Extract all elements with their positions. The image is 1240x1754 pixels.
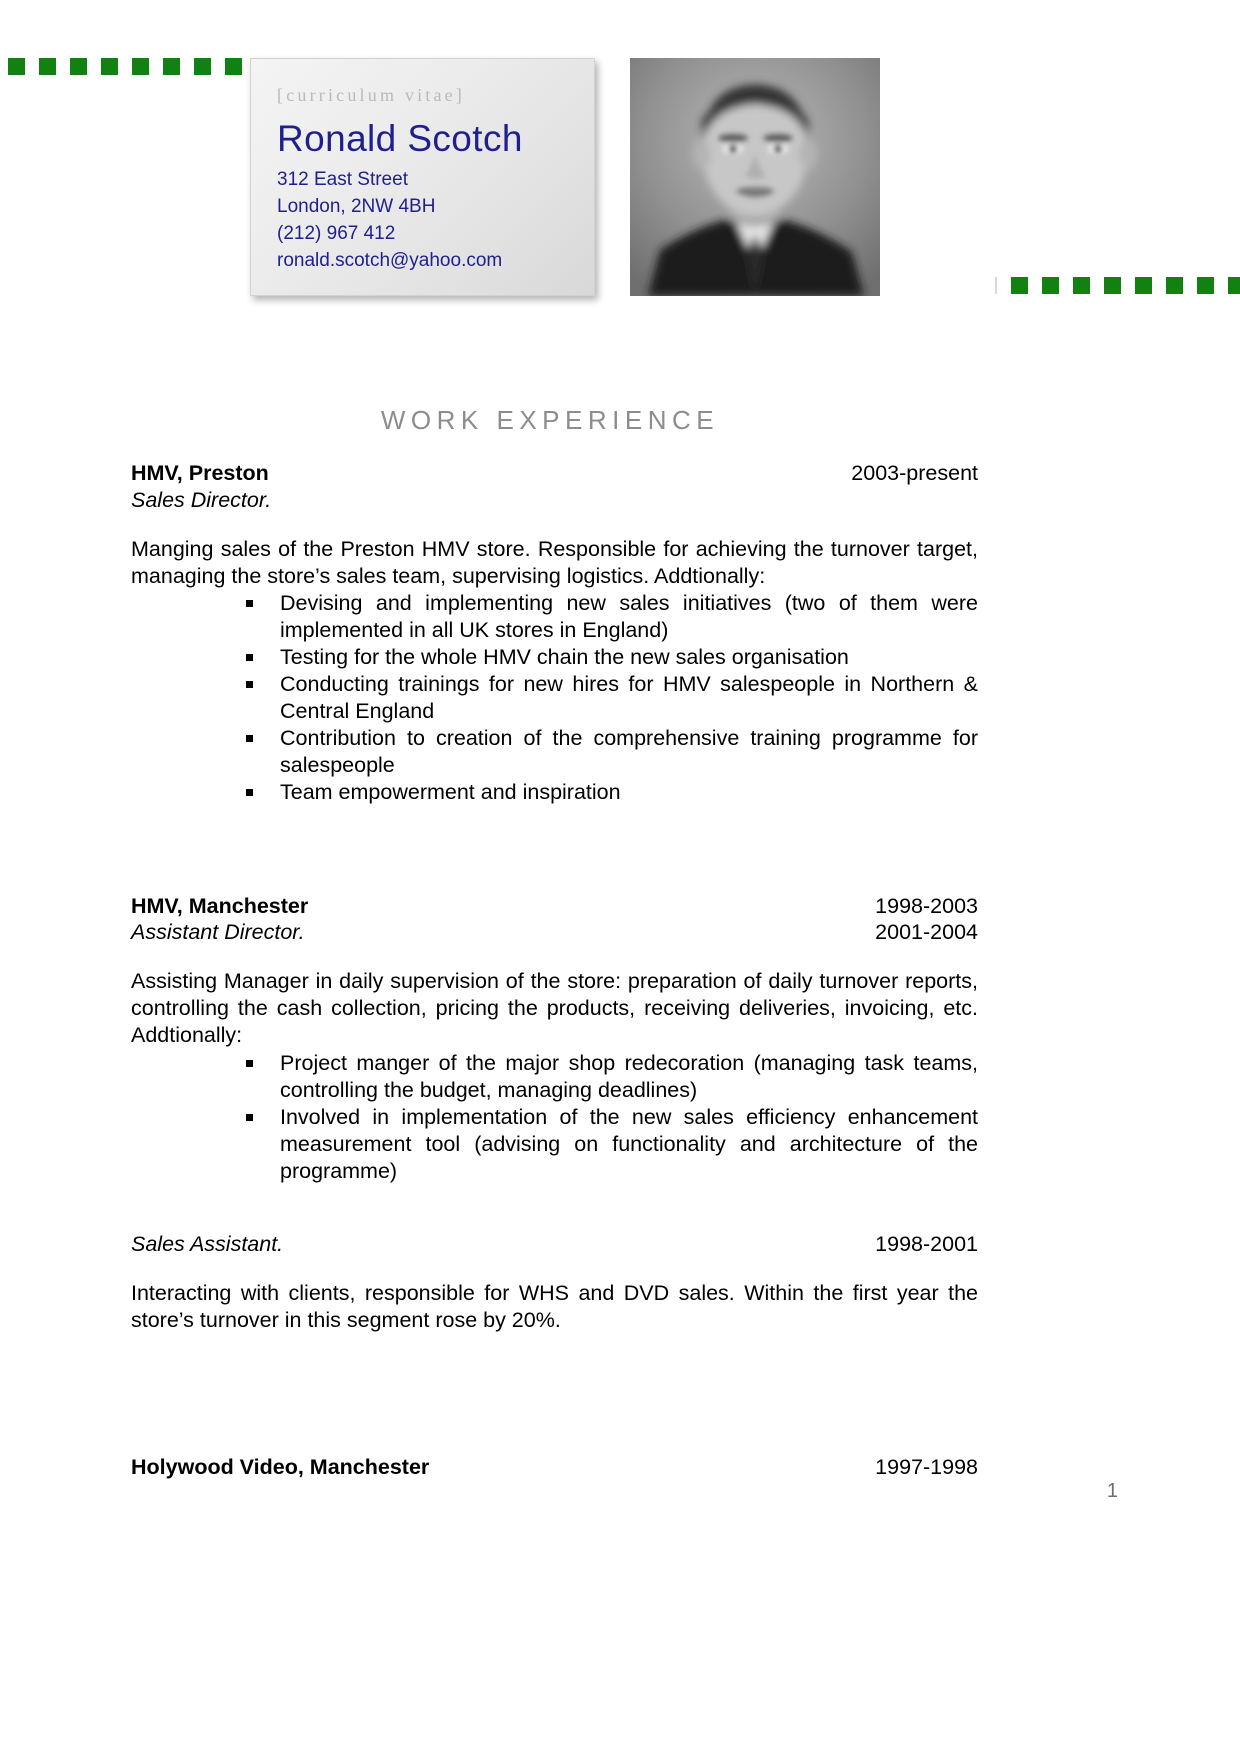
list-item-text: Team empowerment and inspiration — [280, 780, 621, 805]
subrole-description: Interacting with clients, responsible fo… — [131, 1280, 978, 1332]
green-dot — [101, 58, 118, 75]
square-bullet-icon — [246, 789, 253, 797]
job-title-row: Sales Director. — [131, 487, 978, 514]
job-header-row: HMV, Preston 2003-present — [131, 460, 978, 487]
subrole-header-row: Sales Assistant. 1998-2001 — [131, 1231, 978, 1258]
job-title-row: Assistant Director. 2001-2004 — [131, 919, 978, 946]
phone-number: (212) 967 412 — [277, 222, 396, 244]
green-dot — [1104, 277, 1121, 294]
green-dots-right — [995, 277, 1240, 294]
list-item-text: Conducting trainings for new hires for H… — [280, 672, 978, 724]
job-title: Assistant Director. — [131, 920, 305, 945]
square-bullet-icon — [246, 654, 253, 662]
green-dot-tick — [995, 277, 997, 294]
work-experience-content: HMV, Preston 2003-present Sales Director… — [131, 460, 978, 1481]
green-dot — [1228, 277, 1240, 294]
page-title: WORK EXPERIENCE — [380, 405, 720, 435]
job-title: Sales Director. — [131, 487, 272, 512]
list-item: Involved in implementation of the new sa… — [246, 1104, 978, 1185]
list-item: Testing for the whole HMV chain the new … — [246, 644, 978, 671]
curriculum-vitae-label: [curriculum vitae] — [277, 85, 466, 105]
email-address: ronald.scotch@yahoo.com — [277, 249, 503, 271]
job-description: Assisting Manager in daily supervision o… — [131, 969, 978, 1048]
green-dot — [70, 58, 87, 75]
subrole-entry: Sales Assistant. 1998-2001 Interacting w… — [131, 1231, 978, 1334]
job-entry: HMV, Manchester 1998-2003 Assistant Dire… — [131, 893, 978, 1185]
list-item: Contribution to creation of the comprehe… — [246, 725, 978, 779]
list-item-text: Project manger of the major shop redecor… — [280, 1050, 978, 1102]
subrole-title: Sales Assistant. — [131, 1231, 284, 1256]
list-item: Project manger of the major shop redecor… — [246, 1050, 978, 1104]
job-company-name: HMV, Preston — [131, 461, 269, 485]
list-item-text: Devising and implementing new sales init… — [280, 590, 978, 642]
address-line-1: 312 East Street — [277, 168, 408, 190]
job-header-row: HMV, Manchester 1998-2003 — [131, 893, 978, 920]
green-dot — [225, 58, 242, 75]
green-dot — [39, 58, 56, 75]
job-company-name: HMV, Manchester — [131, 893, 309, 918]
square-bullet-icon — [246, 681, 253, 689]
green-dot — [1011, 277, 1028, 294]
job-dates: 1997-1998 — [875, 1454, 978, 1479]
square-bullet-icon — [246, 599, 253, 607]
page-number: 1 — [1106, 1480, 1118, 1502]
job-title-dates: 2001-2004 — [875, 920, 978, 945]
list-item: Devising and implementing new sales init… — [246, 590, 978, 644]
job-header-row: Holywood Video, Manchester 1997-1998 — [131, 1454, 978, 1481]
green-dot — [1166, 277, 1183, 294]
job-dates: 2003-present — [851, 461, 978, 485]
green-dot — [194, 58, 211, 75]
square-bullet-icon — [246, 735, 253, 743]
square-bullet-icon — [246, 1059, 253, 1067]
job-bullet-list: Project manger of the major shop redecor… — [131, 1050, 978, 1185]
green-dot — [1073, 277, 1090, 294]
portrait-photo — [630, 58, 880, 296]
job-bullet-list: Devising and implementing new sales init… — [131, 590, 978, 807]
list-item: Team empowerment and inspiration — [246, 779, 978, 806]
job-description: Manging sales of the Preston HMV store. … — [131, 536, 978, 588]
job-entry: Holywood Video, Manchester 1997-1998 — [131, 1454, 978, 1481]
green-dot — [1135, 277, 1152, 294]
green-dot — [163, 58, 180, 75]
square-bullet-icon — [246, 1113, 253, 1121]
green-dot — [132, 58, 149, 75]
list-item-text: Involved in implementation of the new sa… — [280, 1104, 978, 1183]
contact-card: [curriculum vitae] Ronald Scotch 312 Eas… — [250, 58, 595, 296]
subrole-dates: 1998-2001 — [875, 1231, 978, 1256]
list-item-text: Contribution to creation of the comprehe… — [280, 726, 978, 778]
green-dot — [1197, 277, 1214, 294]
list-item: Conducting trainings for new hires for H… — [246, 671, 978, 725]
list-item-text: Testing for the whole HMV chain the new … — [280, 645, 849, 670]
green-dot — [1042, 277, 1059, 294]
address-line-2: London, 2NW 4BH — [277, 195, 436, 217]
green-dot — [8, 58, 25, 75]
job-company-name: Holywood Video, Manchester — [131, 1454, 430, 1479]
job-dates: 1998-2003 — [875, 893, 978, 918]
candidate-name: Ronald Scotch — [277, 118, 523, 159]
job-entry: HMV, Preston 2003-present Sales Director… — [131, 460, 978, 807]
